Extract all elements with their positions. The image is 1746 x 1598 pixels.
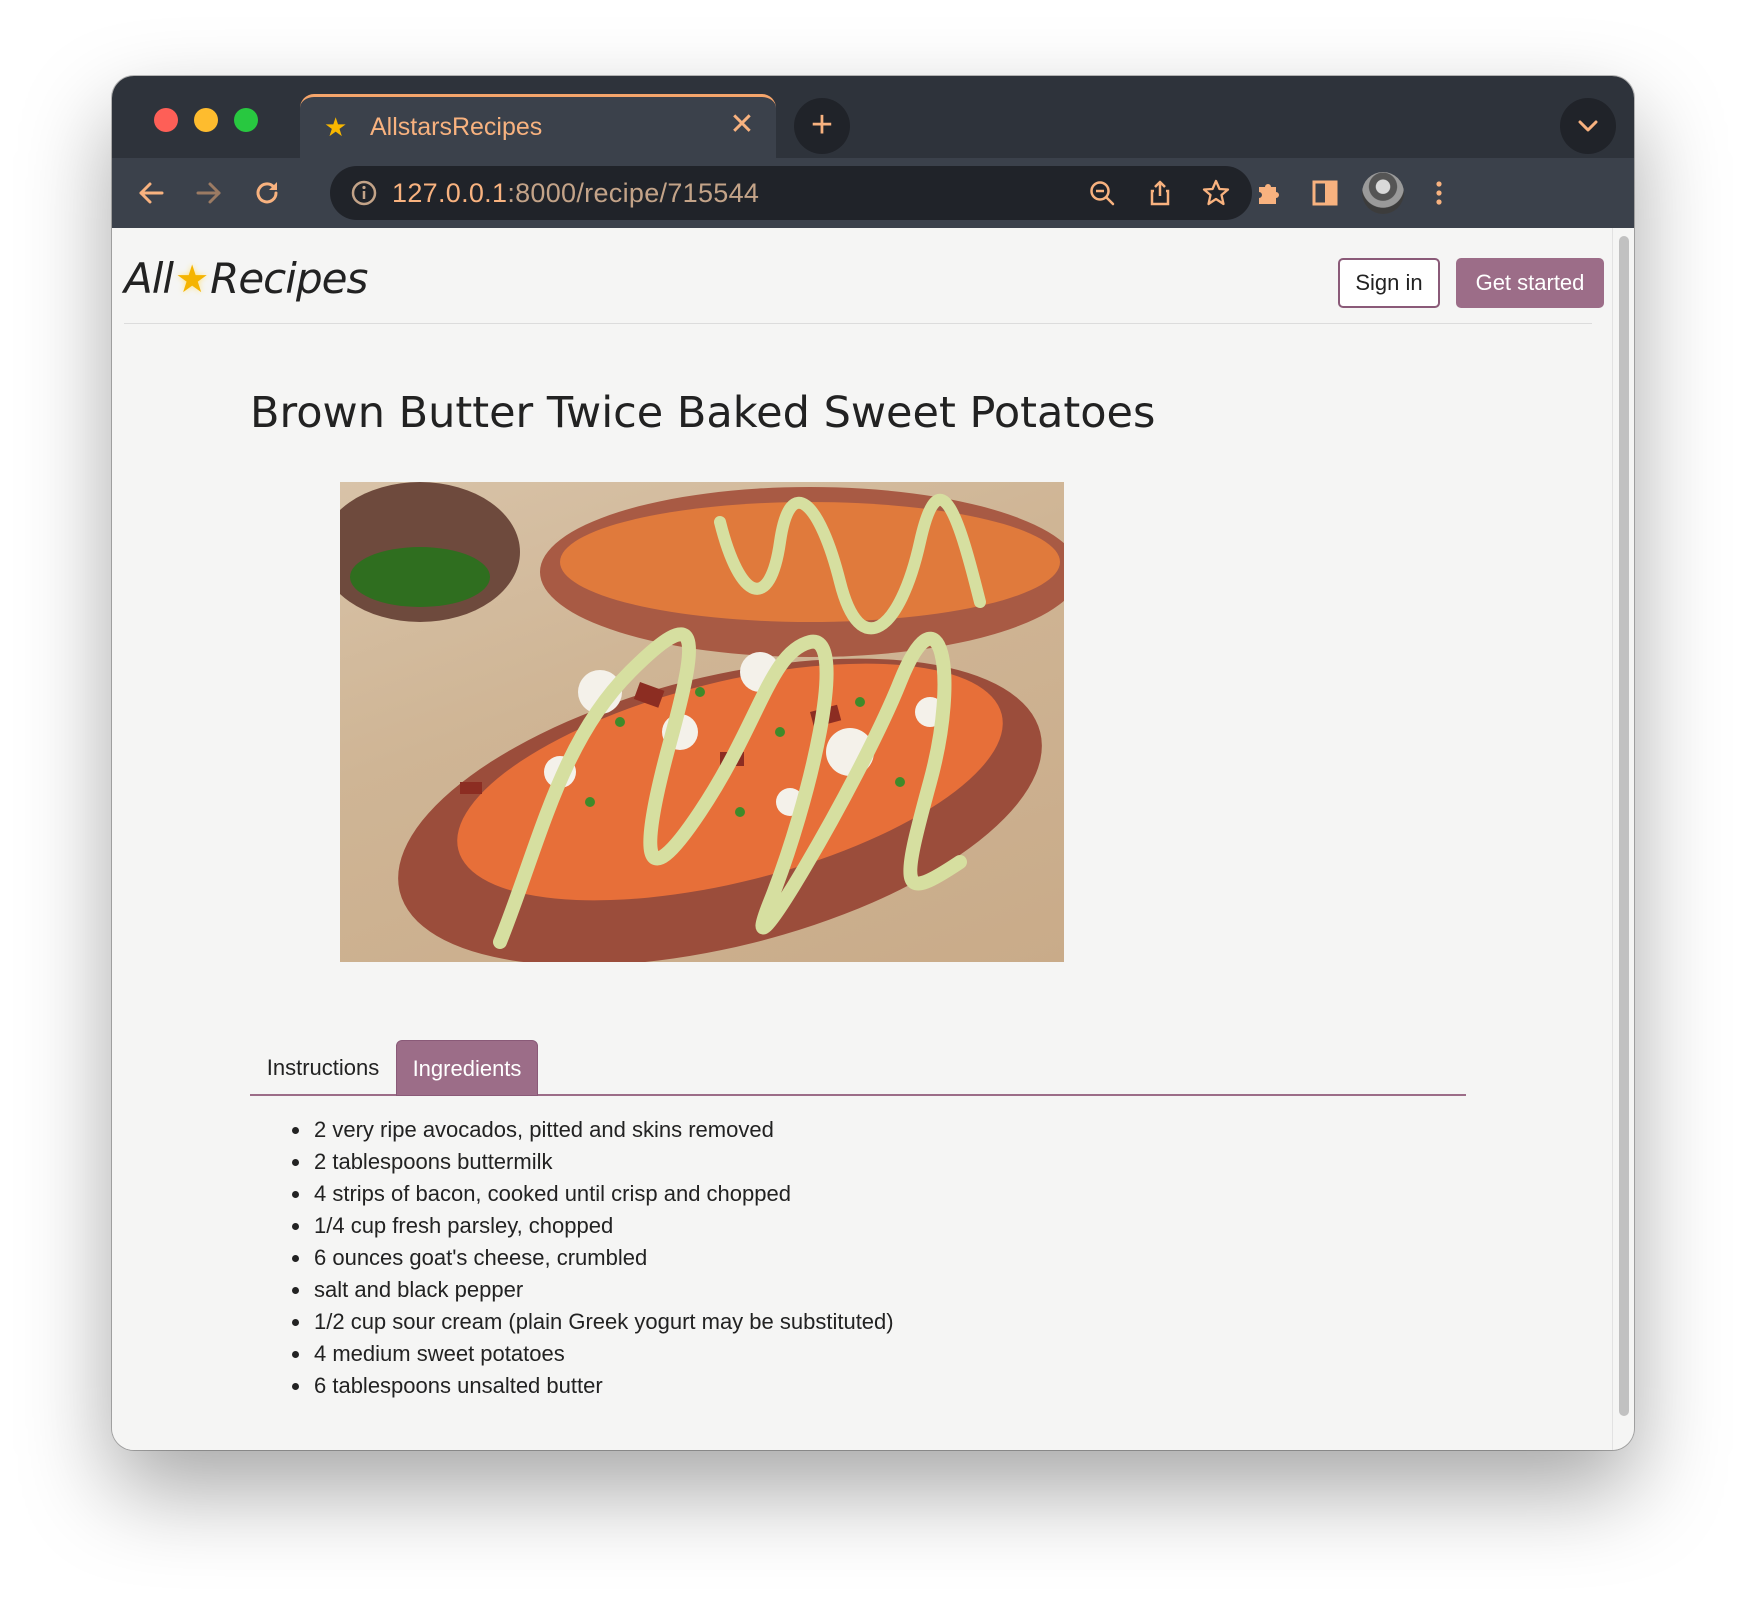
list-item: 6 tablespoons unsalted butter [292,1370,894,1402]
kebab-menu-icon [1436,181,1442,205]
zoom-window-button[interactable] [234,108,258,132]
scrollbar[interactable] [1612,228,1634,1450]
list-item: salt and black pepper [292,1274,894,1306]
profile-avatar[interactable] [1362,172,1404,214]
tab-search-button[interactable] [1560,98,1616,154]
list-item: 4 strips of bacon, cooked until crisp an… [292,1178,894,1210]
list-item: 4 medium sweet potatoes [292,1338,894,1370]
minimize-window-button[interactable] [194,108,218,132]
extensions-button[interactable] [1246,170,1292,216]
address-bar[interactable]: 127.0.0.1:8000/recipe/715544 [330,166,1252,220]
forward-arrow-icon [196,182,221,204]
close-tab-icon[interactable]: ✕ [726,109,758,141]
list-item: 2 very ripe avocados, pitted and skins r… [292,1114,894,1146]
logo-text-right: Recipes [210,254,368,303]
logo-text-left: All [124,254,174,303]
star-favicon-icon: ★ [324,112,348,142]
list-item: 1/4 cup fresh parsley, chopped [292,1210,894,1242]
new-tab-button[interactable]: + [794,98,850,154]
list-item: 2 tablespoons buttermilk [292,1146,894,1178]
tab-instructions[interactable]: Instructions [250,1040,396,1096]
url-host: 127.0.0.1 [392,178,508,208]
recipe-photo [340,482,1064,962]
side-panel-button[interactable] [1302,170,1348,216]
tab-title: AllstarsRecipes [370,113,543,141]
site-logo[interactable]: All ★ Recipes [124,254,368,303]
get-started-button[interactable]: Get started [1456,258,1604,308]
scrollbar-thumb[interactable] [1619,236,1629,1416]
sign-in-button[interactable]: Sign in [1338,258,1440,308]
list-item: 6 ounces goat's cheese, crumbled [292,1242,894,1274]
url-text[interactable]: 127.0.0.1:8000/recipe/715544 [392,178,759,209]
recipe-tabs: Instructions Ingredients [250,1040,1466,1096]
browser-toolbar: 127.0.0.1:8000/recipe/715544 [112,158,1634,228]
forward-button[interactable] [186,170,232,216]
site-header: All ★ Recipes Sign in Get started [124,228,1604,324]
puzzle-icon [1259,184,1279,204]
star-logo-icon: ★ [175,256,209,301]
recipe-title: Brown Butter Twice Baked Sweet Potatoes [250,388,1156,438]
zoom-icon[interactable] [1082,173,1122,213]
browser-tab-active[interactable]: ★ AllstarsRecipes ✕ [300,94,776,158]
page-content: All ★ Recipes Sign in Get started Brown … [112,228,1612,1450]
site-info-icon[interactable] [344,173,384,213]
reload-icon [256,182,278,204]
close-window-button[interactable] [154,108,178,132]
share-icon[interactable] [1140,173,1180,213]
reload-button[interactable] [244,170,290,216]
url-path: :8000/recipe/715544 [507,178,760,208]
browser-window: ★ AllstarsRecipes ✕ + 127.0.0.1:8000/rec… [112,76,1634,1450]
ingredients-list: 2 very ripe avocados, pitted and skins r… [292,1114,894,1402]
browser-menu-button[interactable] [1416,170,1462,216]
tab-strip: ★ AllstarsRecipes ✕ + [112,76,1634,158]
tab-ingredients[interactable]: Ingredients [396,1040,538,1096]
list-item: 1/2 cup sour cream (plain Greek yogurt m… [292,1306,894,1338]
side-panel-icon [1312,180,1338,206]
bookmark-star-icon[interactable] [1196,173,1236,213]
back-arrow-icon [139,182,164,204]
back-button[interactable] [128,170,174,216]
chevron-down-icon [1578,120,1598,132]
